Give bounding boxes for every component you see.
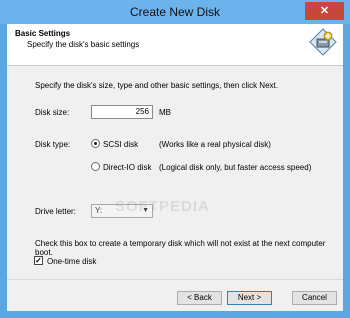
header-title: Basic Settings: [15, 29, 71, 38]
intro-text: Specify the disk's size, type and other …: [35, 81, 278, 90]
direct-io-disk-description: (Logical disk only, but faster access sp…: [159, 163, 312, 172]
disk-size-unit: MB: [159, 108, 171, 117]
direct-io-disk-radio[interactable]: [91, 162, 100, 171]
title-bar[interactable]: Create New Disk ✕: [0, 0, 350, 24]
next-button[interactable]: Next >: [227, 291, 272, 305]
check-icon: ✓: [35, 256, 42, 265]
drive-letter-label: Drive letter:: [35, 207, 76, 216]
one-time-disk-checkbox[interactable]: ✓: [34, 256, 43, 265]
dialog-client-area: Basic Settings Specify the disk's basic …: [7, 24, 343, 311]
temporary-disk-note: Check this box to create a temporary dis…: [35, 239, 326, 257]
back-button[interactable]: < Back: [177, 291, 222, 305]
wizard-footer: < Back Next > Cancel: [7, 279, 343, 311]
one-time-disk-label[interactable]: One-time disk: [47, 257, 96, 266]
close-button[interactable]: ✕: [305, 2, 344, 20]
disk-wizard-icon: [309, 28, 337, 56]
disk-type-label: Disk type:: [35, 140, 71, 149]
drive-letter-value: Y:: [95, 206, 103, 215]
disk-size-label: Disk size:: [35, 108, 70, 117]
watermark: SOFTPEDIA: [115, 198, 210, 215]
create-new-disk-window: Create New Disk ✕ Basic Settings Specify…: [0, 0, 350, 318]
cancel-button[interactable]: Cancel: [292, 291, 337, 305]
scsi-disk-label[interactable]: SCSI disk: [103, 140, 138, 149]
close-icon: ✕: [319, 5, 330, 17]
disk-size-input[interactable]: 256: [91, 105, 153, 119]
window-title: Create New Disk: [129, 5, 221, 19]
header-subtitle: Specify the disk's basic settings: [27, 40, 140, 49]
wizard-header: Basic Settings Specify the disk's basic …: [7, 24, 343, 66]
scsi-disk-radio[interactable]: [91, 139, 100, 148]
scsi-disk-description: (Works like a real physical disk): [159, 140, 271, 149]
direct-io-disk-label[interactable]: Direct-IO disk: [103, 163, 151, 172]
